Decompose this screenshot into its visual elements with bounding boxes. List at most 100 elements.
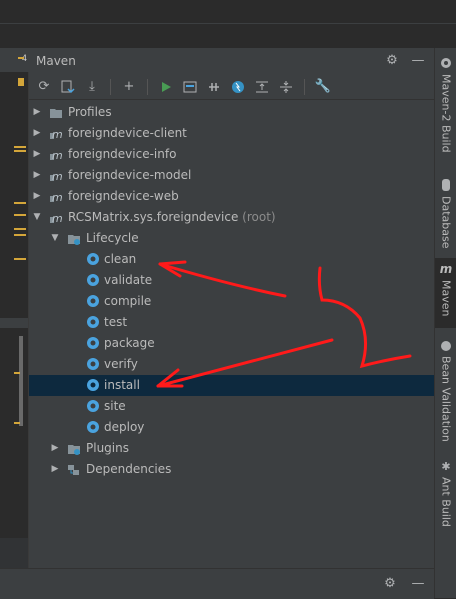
change-marker: [14, 214, 26, 216]
tab-database[interactable]: Database: [435, 178, 456, 249]
lifecycle-goal-package[interactable]: package: [29, 333, 434, 354]
tree-label: Dependencies: [86, 462, 172, 476]
lifecycle-goal-clean[interactable]: clean: [29, 249, 434, 270]
lifecycle-goal-validate[interactable]: validate: [29, 270, 434, 291]
tree-node-dependencies[interactable]: ▶ Dependencies: [29, 459, 434, 480]
tree-node-lifecycle[interactable]: ▼ Lifecycle: [29, 228, 434, 249]
lifecycle-folder-icon: [68, 235, 80, 245]
tab-maven[interactable]: m Maven: [435, 258, 456, 328]
goal-label: package: [104, 336, 155, 350]
hide-panel-icon[interactable]: —: [410, 575, 426, 591]
collapse-all-icon[interactable]: [277, 78, 295, 96]
toolbar-separator: [304, 78, 305, 95]
toolbar-separator: [147, 78, 148, 95]
goal-gear-icon: [87, 337, 99, 349]
goal-label: compile: [104, 294, 152, 308]
execute-goal-icon[interactable]: [181, 78, 199, 96]
change-marker: [18, 57, 24, 59]
hide-panel-icon[interactable]: —: [410, 52, 426, 68]
tab-ant-build[interactable]: ✱ Ant Build: [435, 460, 456, 527]
refresh-icon[interactable]: ⟳: [35, 78, 53, 96]
download-icon[interactable]: ⤓: [83, 78, 101, 96]
tree-node-module[interactable]: ▶ m foreigndevice-client: [29, 123, 434, 144]
lifecycle-goal-site[interactable]: site: [29, 396, 434, 417]
editor-separator: [0, 318, 28, 328]
tree-label: RCSMatrix.sys.foreigndevice (root): [68, 207, 276, 228]
bean-validation-icon: [441, 341, 451, 351]
goal-label: site: [104, 399, 126, 413]
tree-label: Profiles: [68, 105, 112, 119]
maven-module-icon: m: [50, 149, 63, 161]
goal-gear-icon: [87, 316, 99, 328]
top-divider: [0, 23, 456, 24]
change-marker: [14, 150, 26, 152]
expand-arrow-icon[interactable]: ▶: [32, 165, 42, 186]
editor-scrollbar[interactable]: [19, 336, 23, 426]
maven-module-icon: m: [50, 128, 63, 140]
svg-text:m: m: [52, 149, 63, 161]
tab-label: Maven-2 Build: [439, 74, 453, 153]
tree-node-profiles[interactable]: ▶ Profiles: [29, 102, 434, 123]
dependencies-icon: [68, 465, 79, 475]
maven-m-icon: m: [439, 262, 453, 276]
tree-node-root-module[interactable]: ▼ m RCSMatrix.sys.foreigndevice (root): [29, 207, 434, 228]
change-marker: [14, 234, 26, 236]
toolbar-separator: [110, 78, 111, 95]
run-icon[interactable]: [157, 78, 175, 96]
tree-node-module[interactable]: ▶ m foreigndevice-info: [29, 144, 434, 165]
add-icon[interactable]: +: [120, 78, 138, 96]
tree-label: Lifecycle: [86, 231, 139, 245]
skip-tests-icon[interactable]: [229, 78, 247, 96]
lifecycle-goal-deploy[interactable]: deploy: [29, 417, 434, 438]
tab-label: Database: [439, 196, 453, 249]
reimport-icon[interactable]: [59, 78, 77, 96]
change-marker: [14, 422, 20, 424]
change-marker: [14, 202, 26, 204]
lifecycle-goal-install[interactable]: install: [29, 375, 434, 396]
goal-gear-icon: [87, 295, 99, 307]
expand-arrow-icon[interactable]: ▶: [32, 102, 42, 123]
expand-arrow-icon[interactable]: ▶: [32, 186, 42, 207]
goal-gear-icon: [87, 400, 99, 412]
goal-label: validate: [104, 273, 153, 287]
expand-arrow-icon[interactable]: ▶: [32, 144, 42, 165]
lifecycle-goal-compile[interactable]: compile: [29, 291, 434, 312]
gear-icon[interactable]: ⚙: [384, 52, 400, 68]
tree-node-plugins[interactable]: ▶ Plugins: [29, 438, 434, 459]
tree-node-module[interactable]: ▶ m foreigndevice-web: [29, 186, 434, 207]
maven-toolbar: ⟳ ⤓ + 🔧: [29, 74, 434, 100]
collapse-arrow-icon[interactable]: ▼: [32, 207, 42, 228]
goal-gear-icon: [87, 274, 99, 286]
goal-label: verify: [104, 357, 138, 371]
tab-label: Maven: [439, 280, 453, 317]
expand-arrow-icon[interactable]: ▶: [50, 438, 60, 459]
expand-all-icon[interactable]: [253, 78, 271, 96]
change-marker: [18, 78, 24, 86]
goal-label: test: [104, 315, 128, 329]
gear-icon[interactable]: ⚙: [382, 575, 398, 591]
editor-bottom: [0, 538, 28, 568]
ant-icon: ✱: [441, 460, 451, 473]
editor-tab-label: 4: [21, 54, 27, 64]
tab-maven-2-build[interactable]: Maven-2 Build: [435, 56, 456, 153]
expand-arrow-icon[interactable]: ▶: [50, 459, 60, 480]
tab-bean-validation[interactable]: Bean Validation: [435, 340, 456, 442]
goal-label: deploy: [104, 420, 145, 434]
goal-gear-icon: [87, 421, 99, 433]
tree-node-module[interactable]: ▶ m foreigndevice-model: [29, 165, 434, 186]
panel-title: Maven: [36, 54, 76, 68]
goal-gear-icon: [87, 253, 99, 265]
lifecycle-goal-test[interactable]: test: [29, 312, 434, 333]
top-strip: [0, 0, 456, 24]
maven-tool-window: Maven ⚙ — ⟳ ⤓ + 🔧 ▶ Profiles ▶ m foreign…: [29, 48, 434, 568]
editor-tab-fragment[interactable]: 4: [0, 48, 29, 72]
toggle-offline-icon[interactable]: [205, 78, 223, 96]
editor-fragment[interactable]: [0, 48, 29, 568]
expand-arrow-icon[interactable]: ▶: [32, 123, 42, 144]
goal-gear-icon: [87, 358, 99, 370]
settings-wrench-icon[interactable]: 🔧: [314, 78, 332, 96]
lifecycle-goal-verify[interactable]: verify: [29, 354, 434, 375]
collapse-arrow-icon[interactable]: ▼: [50, 228, 60, 249]
goal-label: install: [104, 378, 140, 392]
tree-label: foreigndevice-client: [68, 126, 187, 140]
